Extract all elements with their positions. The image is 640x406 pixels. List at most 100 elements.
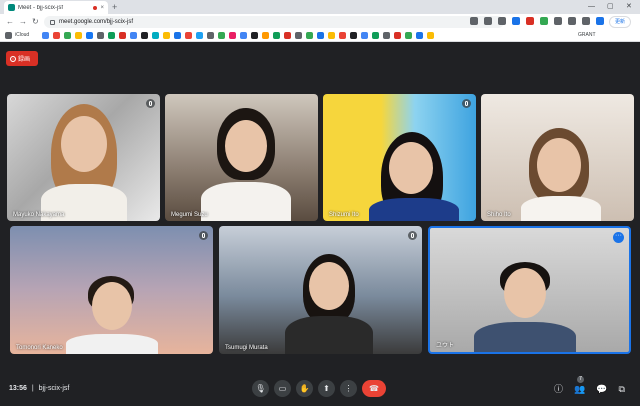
participant-tile[interactable]: Mayuko Nakayama [7,94,160,221]
bookmark-icon[interactable] [207,32,214,39]
bookmark-icon[interactable] [42,32,49,39]
bookmark-icon[interactable] [262,32,269,39]
participant-tile[interactable]: Tsumugi Murata [219,226,422,354]
bookmark-grant[interactable]: GRANT [578,32,596,38]
bookmark-icon[interactable] [251,32,258,39]
bookmark-icon[interactable] [75,32,82,39]
bookmark-icon[interactable] [141,32,148,39]
meeting-control-bar: 13:56 | bjj-scix-jsf 🎙 ▭ ✋ ⬆ ⋮ ☎ ⓘ 7 👥 💬… [0,372,640,406]
participant-tile-active-speaker[interactable]: ··· ユウト [428,226,631,354]
present-button[interactable]: ⬆ [318,380,335,397]
bookmark-icon[interactable] [108,32,115,39]
bookmark-icon[interactable] [361,32,368,39]
bookmark-icon[interactable] [152,32,159,39]
new-tab-button[interactable]: + [112,1,117,13]
extension-icon[interactable] [540,17,548,25]
separator: | [31,385,34,392]
participant-name: Tsumugi Murata [225,345,268,351]
share-icon[interactable] [484,17,492,25]
tab-close-icon[interactable]: × [100,5,104,11]
microphone-button[interactable]: 🎙 [252,380,269,397]
bookmark-icon[interactable] [328,32,335,39]
bookmark-icon[interactable] [174,32,181,39]
bookmark-icon[interactable] [119,32,126,39]
bookmark-icon[interactable] [97,32,104,39]
participant-figure [61,116,107,172]
participant-figure [285,316,373,354]
tab-title: Meet - bjj-scix-jsf [18,4,64,11]
bookmark-icon[interactable] [427,32,434,39]
bookmark-icon[interactable] [86,32,93,39]
participant-name: ユウト [436,343,455,349]
mic-off-icon [146,99,155,108]
bookmark-icon[interactable] [372,32,379,39]
activities-button[interactable]: ⧉ [618,383,624,395]
participant-tile[interactable]: Shiho Ito [481,94,634,221]
sidebar-icon[interactable] [582,17,590,25]
puzzle-icon[interactable] [568,17,576,25]
people-button[interactable]: 7 👥 [574,376,585,395]
recording-badge[interactable]: 録画 [6,51,38,66]
bookmark-icon[interactable] [273,32,280,39]
bookmark-icon[interactable] [64,32,71,39]
mic-off-icon [199,231,208,240]
bookmark-icon[interactable] [350,32,357,39]
update-button[interactable]: 更新 [609,16,631,28]
participant-figure [537,138,581,192]
lock-icon [50,19,55,25]
bookmark-icon[interactable] [416,32,423,39]
bookmark-icon[interactable] [394,32,401,39]
participant-tile[interactable]: Shizumi Ito [323,94,476,221]
participant-tile[interactable]: Tomonori Kaneko [10,226,213,354]
meeting-info-button[interactable]: ⓘ [554,383,563,395]
bookmark-icon[interactable] [317,32,324,39]
extension-icon[interactable] [512,17,520,25]
camera-extension-icon[interactable] [470,17,478,25]
extension-icon[interactable] [526,17,534,25]
bookmark-icon[interactable] [130,32,137,39]
camera-button[interactable]: ▭ [274,380,291,397]
bookmark-icon[interactable] [196,32,203,39]
bookmark-icon[interactable] [53,32,60,39]
tile-more-options-icon[interactable]: ··· [613,232,624,243]
bookmark-icloud[interactable]: iCloud [15,32,29,38]
recording-label: 録画 [18,57,31,63]
address-bar[interactable]: meet.google.com/bjj-scix-jsf [44,16,504,28]
bookmark-icon[interactable] [185,32,192,39]
chat-button[interactable]: 💬 [596,383,607,395]
more-options-button[interactable]: ⋮ [340,380,357,397]
raise-hand-button[interactable]: ✋ [296,380,313,397]
reload-button[interactable]: ↻ [32,16,39,28]
url-text: meet.google.com/bjj-scix-jsf [59,19,134,25]
bookmark-icon[interactable] [218,32,225,39]
close-window-button[interactable]: ✕ [626,0,632,13]
meet-stage: 録画 Mayuko Nakayama Megumi Suzu Shizumi I… [0,42,640,406]
meet-favicon-icon [8,4,15,11]
bookmark-icon[interactable] [405,32,412,39]
bookmark-icon[interactable] [295,32,302,39]
participant-count-badge: 7 [577,376,585,383]
bookmark-icon[interactable] [339,32,346,39]
mic-off-icon [408,231,417,240]
minimize-button[interactable]: — [588,0,595,13]
bookmark-icon[interactable] [306,32,313,39]
participant-figure [66,334,158,354]
bookmark-icon[interactable] [284,32,291,39]
participant-tile[interactable]: Megumi Suzu [165,94,318,221]
star-icon[interactable] [498,17,506,25]
apps-icon[interactable] [5,32,12,39]
bookmark-icon[interactable] [163,32,170,39]
forward-button[interactable]: → [19,16,27,28]
bookmark-icon[interactable] [383,32,390,39]
bookmark-icon[interactable] [229,32,236,39]
browser-tab-meet[interactable]: Meet - bjj-scix-jsf × [4,1,108,14]
profile-avatar[interactable] [596,17,604,25]
bookmark-icon[interactable] [240,32,247,39]
maximize-button[interactable]: ▢ [607,0,614,13]
participant-figure [389,142,433,194]
leave-call-button[interactable]: ☎ [362,380,386,397]
extension-icon[interactable] [554,17,562,25]
back-button[interactable]: ← [6,16,14,28]
extension-icons [470,17,604,25]
bookmark-icons [42,32,434,39]
